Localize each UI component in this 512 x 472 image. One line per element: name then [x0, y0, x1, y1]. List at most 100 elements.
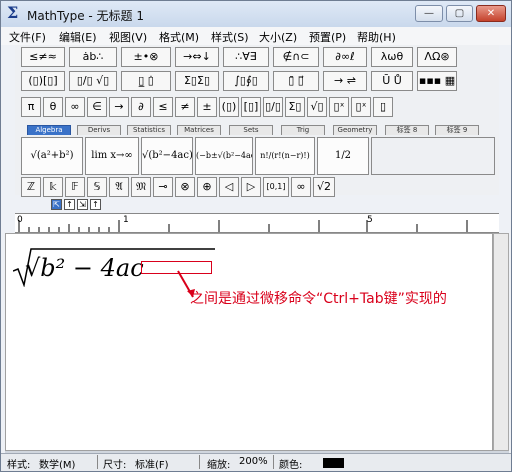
menu-bar: 文件(F) 编辑(E) 视图(V) 格式(M) 样式(S) 大小(Z) 预置(P… [1, 27, 511, 45]
tab-statistics[interactable]: Statistics [127, 125, 171, 135]
expr-combination[interactable]: n!/(r!(n−r)!) [255, 137, 315, 175]
status-separator [199, 455, 200, 469]
subscript-palette[interactable]: ▯̲ ▯̇ [121, 71, 171, 91]
products-palette[interactable]: Ū Ů [371, 71, 413, 91]
spaces-ellipses-palette[interactable]: ȧb∴ [69, 47, 117, 67]
tab-algebra[interactable]: Algebra [27, 125, 71, 135]
status-separator [273, 455, 274, 469]
fraction-radical-palette[interactable]: ▯/▯ √▯ [69, 71, 117, 91]
status-size-label: 尺寸: [103, 460, 127, 471]
tab-8[interactable]: 标签 8 [385, 125, 429, 135]
expr-quadratic-formula[interactable]: (−b±√(b²−4ac))/2a [195, 137, 253, 175]
subscript-button[interactable]: ▯ˣ [351, 97, 371, 117]
fraktur-m-button[interactable]: 𝔐 [131, 177, 151, 197]
less-equal-button[interactable]: ≤ [153, 97, 173, 117]
labeled-arrows-palette[interactable]: → ⇌ [323, 71, 367, 91]
field-f-button[interactable]: 𝔽 [65, 177, 85, 197]
menu-file[interactable]: 文件(F) [9, 29, 46, 45]
ruler-ticks [18, 220, 468, 232]
mathtype-window: Σ MathType - 无标题 1 — ▢ ✕ 文件(F) 编辑(E) 视图(… [0, 0, 512, 472]
misc-symbols-palette[interactable]: λωθ [371, 47, 413, 67]
partial-button[interactable]: ∂ [131, 97, 151, 117]
status-color-label: 颜色: [279, 460, 303, 471]
fraction-button[interactable]: ▯/▯ [263, 97, 283, 117]
status-size-value: 标准(F) [135, 460, 169, 471]
tab-geometry[interactable]: Geometry [333, 125, 377, 135]
ruler-mark-0: 0 [17, 215, 23, 225]
vertical-scrollbar[interactable] [493, 233, 509, 451]
status-bar: 样式: 数学(M) 尺寸: 标准(F) 缩放: 200% 颜色: [1, 453, 511, 471]
arrows-palette[interactable]: ∴∀∃ [223, 47, 269, 67]
menu-style[interactable]: 样式(S) [211, 29, 249, 45]
summation-button[interactable]: Σ▯ [285, 97, 305, 117]
menu-edit[interactable]: 编辑(E) [59, 29, 97, 45]
field-k-button[interactable]: 𝕜 [43, 177, 63, 197]
parentheses-button[interactable]: (▯) [219, 97, 239, 117]
ruler-mark-1: 1 [123, 215, 129, 225]
element-of-button[interactable]: ∈ [87, 97, 107, 117]
theta-button[interactable]: θ [43, 97, 63, 117]
expr-one-half[interactable]: 1/2 [317, 137, 369, 175]
otimes-button[interactable]: ⊗ [175, 177, 195, 197]
menu-view[interactable]: 视图(V) [109, 29, 147, 45]
status-style-label: 样式: [7, 460, 31, 471]
arrow-button[interactable]: → [109, 97, 129, 117]
fraktur-a-button[interactable]: 𝔄 [109, 177, 129, 197]
minimize-button[interactable]: — [415, 5, 443, 22]
decimal-tab-icon[interactable]: ↑ [90, 199, 101, 210]
right-tab-icon[interactable]: ⇲ [77, 199, 88, 210]
brackets-button[interactable]: [▯] [241, 97, 261, 117]
tab-trig[interactable]: Trig [281, 125, 325, 135]
menu-help[interactable]: 帮助(H) [357, 29, 396, 45]
interval-button[interactable]: [0,1] [263, 177, 289, 197]
left-triangle-button[interactable]: ◁ [219, 177, 239, 197]
underscript-button[interactable]: ▯̱ [373, 97, 393, 117]
oplus-button[interactable]: ⊕ [197, 177, 217, 197]
superscript-button[interactable]: ▯ˣ [329, 97, 349, 117]
tab-sets[interactable]: Sets [229, 125, 273, 135]
integers-button[interactable]: ℤ [21, 177, 41, 197]
ruler[interactable]: 0 1 5 [15, 213, 499, 233]
summation-palette[interactable]: Σ▯Σ▯ [175, 71, 219, 91]
status-color-swatch [323, 458, 344, 468]
integral-palette[interactable]: ∫▯∮▯ [223, 71, 269, 91]
infinity-button[interactable]: ∞ [65, 97, 85, 117]
field-s-button[interactable]: 𝕊 [87, 177, 107, 197]
menu-preferences[interactable]: 预置(P) [309, 29, 346, 45]
formula-text: √b² − 4ac [25, 254, 144, 282]
fences-palette[interactable]: (▯)[▯] [21, 71, 65, 91]
sqrt-two-button[interactable]: √2 [313, 177, 335, 197]
underbar-overbar-palette[interactable]: ▯̄ ▯⃗ [273, 71, 319, 91]
logic-palette[interactable]: ∉∩⊂ [273, 47, 319, 67]
multimap-button[interactable]: ⊸ [153, 177, 173, 197]
tab-9[interactable]: 标签 9 [435, 125, 479, 135]
not-equal-button[interactable]: ≠ [175, 97, 195, 117]
infinity-small-button[interactable]: ∞ [291, 177, 311, 197]
expr-limit[interactable]: lim x→∞ [85, 137, 139, 175]
maximize-button[interactable]: ▢ [446, 5, 473, 22]
close-button[interactable]: ✕ [476, 5, 506, 22]
menu-format[interactable]: 格式(M) [159, 29, 199, 45]
expr-empty-slot [371, 137, 495, 175]
operators-palette[interactable]: →⇔↓ [175, 47, 219, 67]
expr-discriminant[interactable]: √(b²−4ac) [141, 137, 193, 175]
embellishments-palette[interactable]: ±•⊗ [121, 47, 171, 67]
status-style-value: 数学(M) [39, 460, 76, 471]
relations-palette[interactable]: ≤≠≈ [21, 47, 65, 67]
greek-lower-palette[interactable]: ΛΩ⊛ [417, 47, 457, 67]
set-theory-palette[interactable]: ∂∞ℓ [323, 47, 367, 67]
palette-tabs: Algebra Derivs Statistics Matrices Sets … [15, 125, 499, 135]
annotation-text: 之间是通过微移命令“Ctrl+Tab键”实现的 [190, 291, 447, 307]
left-tab-icon[interactable]: ⇱ [51, 199, 62, 210]
expr-hypotenuse[interactable]: √(a²+b²) [21, 137, 83, 175]
tab-matrices[interactable]: Matrices [177, 125, 221, 135]
menu-size[interactable]: 大小(Z) [259, 29, 297, 45]
sqrt-button[interactable]: √▯ [307, 97, 327, 117]
matrix-palette[interactable]: ▪▪▪ ▦ [417, 71, 457, 91]
pi-button[interactable]: π [21, 97, 41, 117]
status-zoom-value: 200% [239, 456, 268, 467]
center-tab-icon[interactable]: ↑ [64, 199, 75, 210]
plus-minus-button[interactable]: ± [197, 97, 217, 117]
right-triangle-button[interactable]: ▷ [241, 177, 261, 197]
tab-derivs[interactable]: Derivs [77, 125, 121, 135]
